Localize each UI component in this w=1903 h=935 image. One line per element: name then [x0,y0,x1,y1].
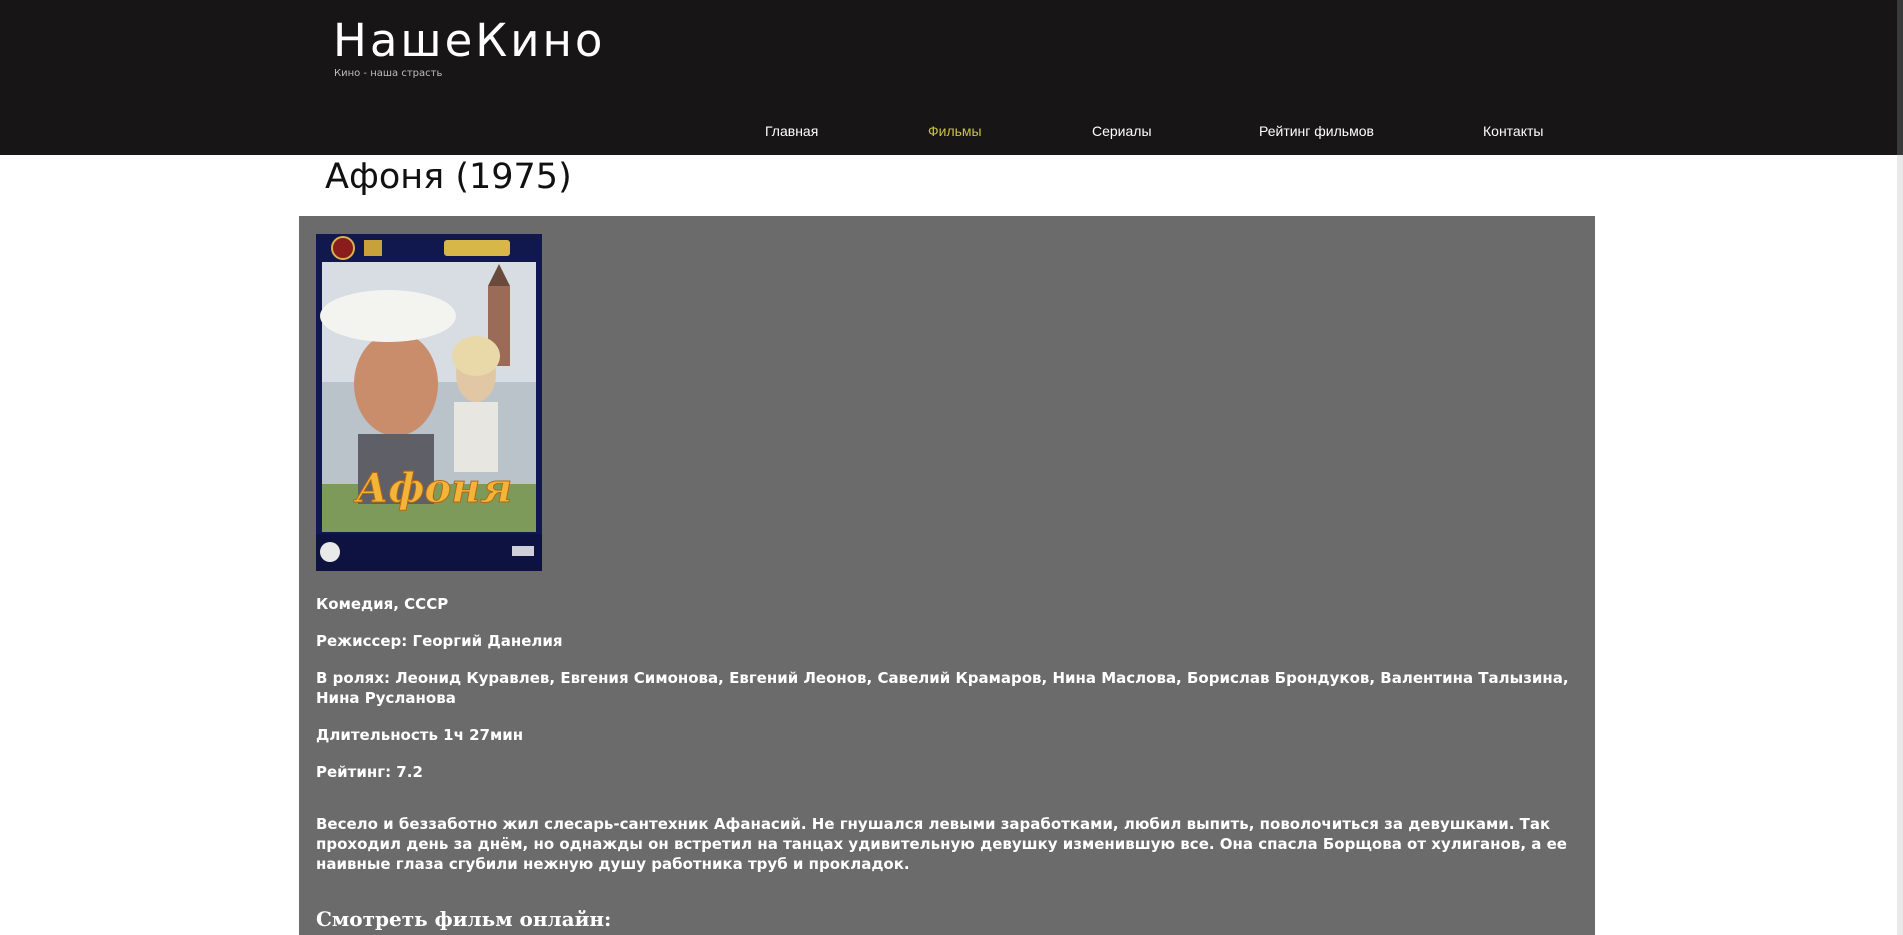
page-scrollbar[interactable] [1897,0,1903,935]
site-tagline: Кино - наша страсть [334,68,443,79]
nav-item-films[interactable]: Фильмы [928,122,982,140]
main-nav: Главная Фильмы Сериалы Рейтинг фильмов К… [0,122,1897,142]
nav-item-home[interactable]: Главная [765,122,818,140]
page: НашеКино Кино - наша страсть Главная Фил… [0,0,1903,935]
site-logo-title[interactable]: НашеКино [333,14,605,68]
movie-director: Режиссер: Георгий Данелия [316,632,563,650]
movie-description: Весело и беззаботно жил слесарь-сантехни… [316,815,1567,873]
movie-rating: Рейтинг: 7.2 [316,763,423,781]
movie-title: Афоня (1975) [325,157,572,197]
watch-online-heading: Смотреть фильм онлайн: [316,907,612,931]
scrollbar-thumb[interactable] [1897,0,1903,155]
nav-item-rating[interactable]: Рейтинг фильмов [1259,122,1374,140]
poster-image: Афоня [316,234,542,571]
nav-item-contacts[interactable]: Контакты [1483,122,1543,140]
nav-item-series[interactable]: Сериалы [1092,122,1152,140]
movie-cast: В ролях: Леонид Куравлев, Евгения Симоно… [316,669,1569,707]
movie-duration: Длительность 1ч 27мин [316,726,524,744]
poster-title-text: Афоня [353,465,512,512]
site-header: НашеКино Кино - наша страсть Главная Фил… [0,0,1897,155]
movie-details-panel: Афоня Комедия, СССР Режиссер: Георгий Да… [299,216,1595,935]
movie-genre: Комедия, СССР [316,595,449,613]
movie-poster: Афоня [316,234,542,571]
